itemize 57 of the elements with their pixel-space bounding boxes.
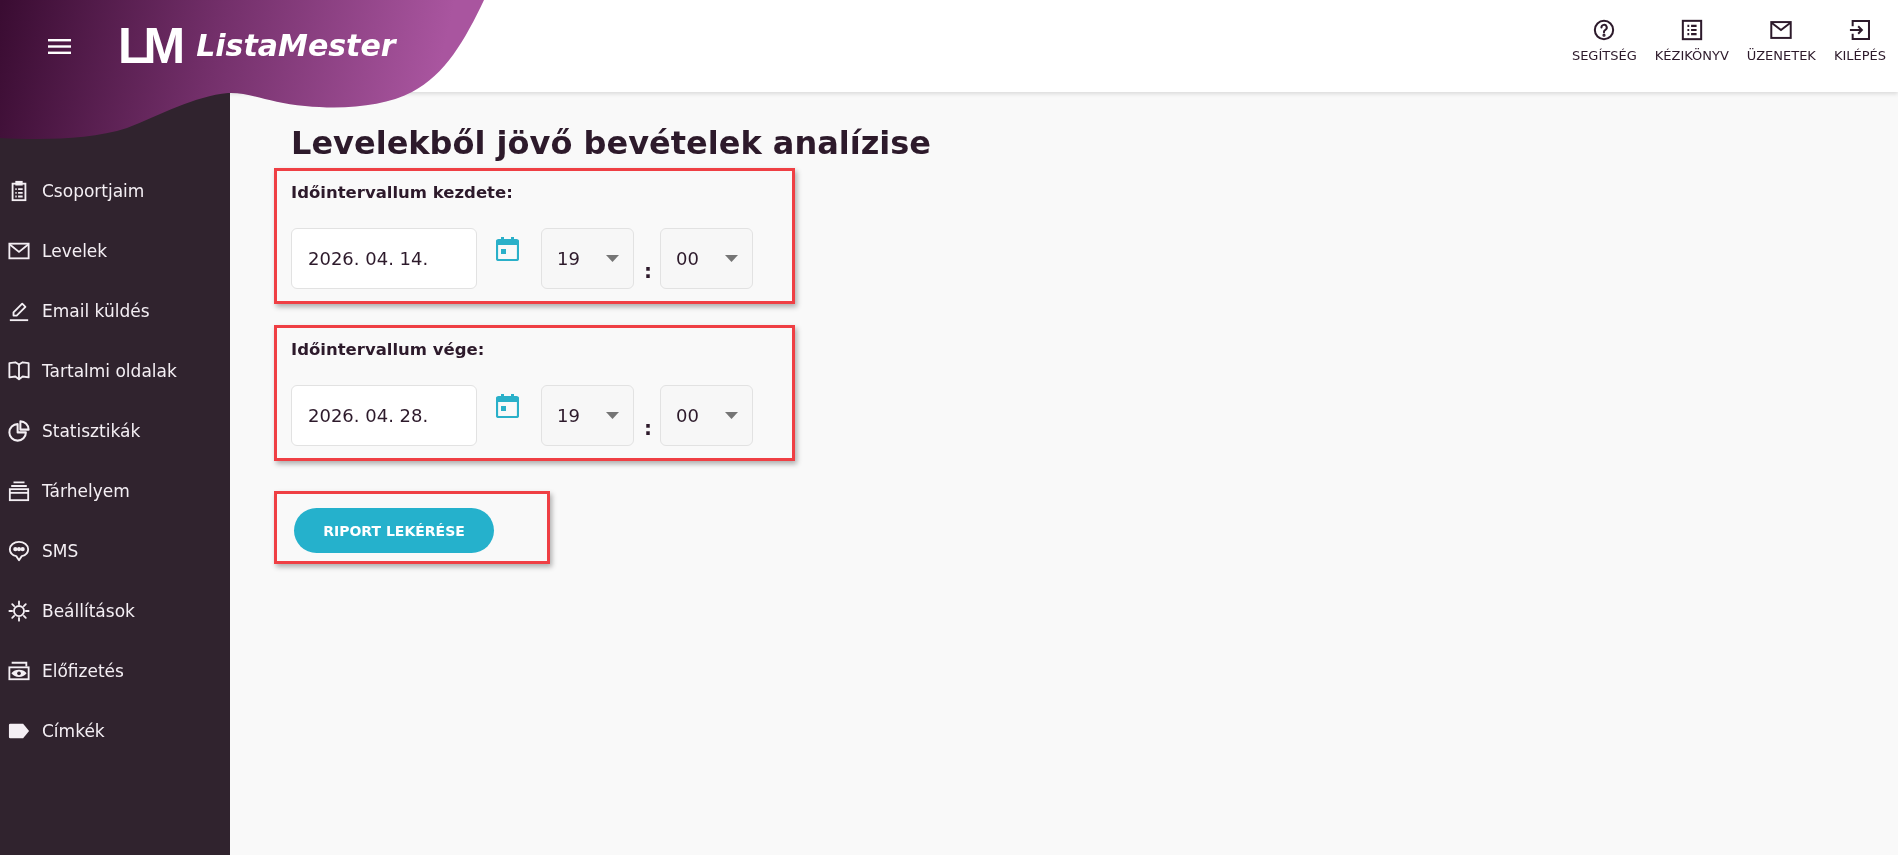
tray-stack-icon xyxy=(8,480,30,502)
minute-select[interactable]: 00 xyxy=(660,228,753,289)
page-title: Levelekből jövő bevételek analízise xyxy=(291,125,932,162)
logo-name: ListaMester xyxy=(196,31,396,61)
sidebar-item[interactable]: Tartalmi oldalak xyxy=(0,341,230,401)
sidebar-item[interactable]: Tárhelyem xyxy=(0,461,230,521)
envelope-icon xyxy=(1770,21,1793,39)
hour-select[interactable]: 19 xyxy=(541,385,634,446)
field-label: Időintervallum kezdete: xyxy=(291,182,514,204)
sidebar-item-label: Tárhelyem xyxy=(42,481,130,501)
list-icon xyxy=(1680,19,1703,41)
sidebar-item-label: SMS xyxy=(42,541,79,561)
caret-icon xyxy=(606,412,619,419)
sidebar-item-label: Tartalmi oldalak xyxy=(42,361,177,381)
sidebar-item-label: Email küldés xyxy=(42,301,150,321)
header-nav-link[interactable]: SEGÍTSÉG xyxy=(1571,19,1637,63)
time-separator: : xyxy=(644,259,652,283)
sidebar-item[interactable]: SMS xyxy=(0,521,230,581)
banknote-icon xyxy=(8,660,30,682)
sidebar-item-label: Csoportjaim xyxy=(42,181,145,201)
envelope-icon xyxy=(8,240,30,262)
sidebar-item-label: Beállítások xyxy=(42,601,135,621)
sidebar-item[interactable]: Címkék xyxy=(0,701,230,761)
caret-icon xyxy=(725,255,738,262)
date-field[interactable]: 2026. 04. 28. xyxy=(291,385,477,446)
sidebar-item[interactable]: Előfizetés xyxy=(0,641,230,701)
pencil-icon xyxy=(8,300,30,322)
date-field[interactable]: 2026. 04. 14. xyxy=(291,228,477,289)
gear-icon xyxy=(8,600,30,622)
pie-chart-icon xyxy=(8,420,30,442)
sidebar-item[interactable]: Email küldés xyxy=(0,281,230,341)
menu-button[interactable] xyxy=(48,38,71,54)
hour-select[interactable]: 19 xyxy=(541,228,634,289)
caret-icon xyxy=(606,255,619,262)
sidebar-item-label: Statisztikák xyxy=(42,421,141,441)
sidebar-item[interactable]: Levelek xyxy=(0,221,230,281)
field-label: Időintervallum vége: xyxy=(291,339,486,361)
sidebar-item[interactable]: Csoportjaim xyxy=(0,161,230,221)
time-separator: : xyxy=(644,416,652,440)
sidebar-item-label: Levelek xyxy=(42,241,108,261)
exit-arrow-icon xyxy=(1848,19,1871,41)
calendar-icon[interactable] xyxy=(496,237,519,261)
minute-select[interactable]: 00 xyxy=(660,385,753,446)
header-nav-link[interactable]: KILÉPÉS xyxy=(1833,19,1886,63)
header-nav-link[interactable]: KÉZIKÖNYV xyxy=(1654,19,1729,63)
caret-icon xyxy=(725,412,738,419)
question-circle-icon xyxy=(1593,19,1616,41)
sidebar-item-label: Címkék xyxy=(42,721,105,741)
calendar-icon[interactable] xyxy=(496,394,519,418)
header-nav-link[interactable]: ÜZENETEK xyxy=(1746,19,1816,63)
open-book-icon xyxy=(8,360,30,382)
menu-icon xyxy=(48,38,71,54)
sidebar-item[interactable]: Statisztikák xyxy=(0,401,230,461)
sidebar-item[interactable]: Beállítások xyxy=(0,581,230,641)
logo-mark: LM xyxy=(118,21,181,71)
chat-bubble-icon xyxy=(8,540,30,562)
sidebar-item-label: Előfizetés xyxy=(42,661,124,681)
